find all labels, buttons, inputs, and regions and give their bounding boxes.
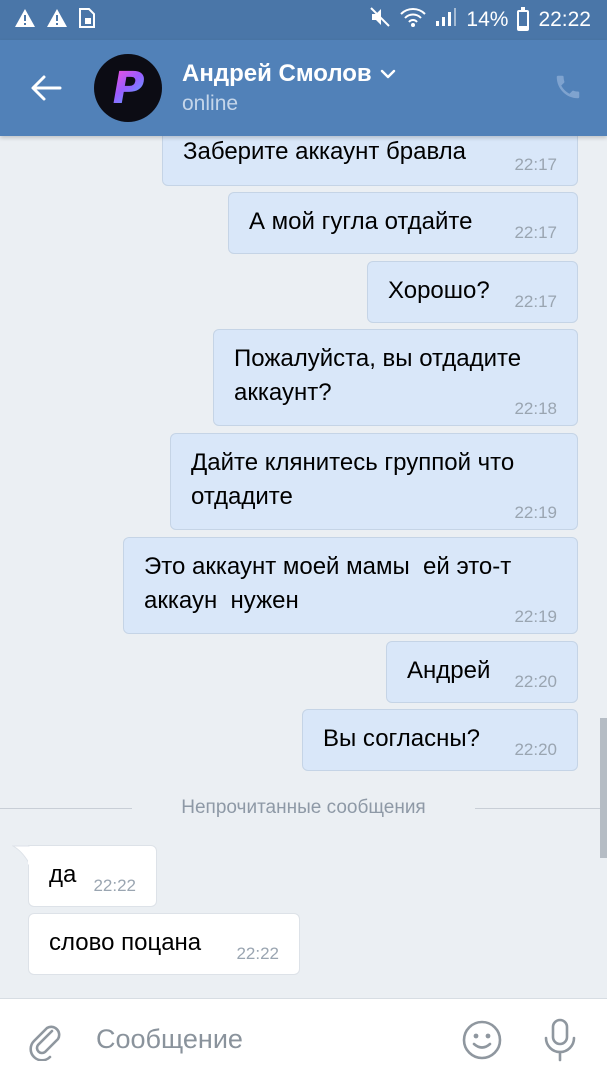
contact-status: online — [182, 92, 239, 115]
wifi-icon — [400, 7, 427, 33]
contact-name-row: Андрей Смолов — [182, 60, 396, 88]
message-input[interactable] — [96, 1017, 426, 1061]
message-text: Дайте клянитесь группой что отдадите — [191, 449, 515, 510]
clock: 22:22 — [538, 8, 591, 31]
chat-screen: 14% 22:22 P Андрей Смолов online Заберит… — [0, 0, 607, 1080]
message-text: Пожалуйста, вы отдадите аккаунт? — [234, 345, 522, 406]
message-bubble-outgoing[interactable]: Вы согласны? 22:20 — [302, 709, 578, 771]
message-time: 22:19 — [514, 607, 557, 626]
message-time: 22:17 — [514, 292, 557, 311]
message-time: 22:22 — [236, 944, 279, 963]
message-text: Вы согласны? — [323, 725, 480, 752]
message-list[interactable]: Заберите аккаунт бравла 22:17 А мой гугл… — [0, 130, 607, 998]
bubble-tail — [12, 845, 30, 865]
message-composer — [0, 998, 607, 1080]
contact-info[interactable]: Андрей Смолов online — [182, 60, 396, 116]
message-bubble-outgoing[interactable]: Андрей 22:20 — [386, 641, 578, 703]
unread-divider: Непрочитанные сообщения — [0, 788, 607, 828]
mute-icon — [369, 7, 391, 33]
divider-line — [475, 808, 607, 809]
smile-icon — [462, 1020, 502, 1060]
battery-icon — [517, 6, 530, 31]
message-bubble-outgoing[interactable]: Хорошо? 22:17 — [367, 261, 578, 323]
message-text: слово поцана — [49, 929, 202, 956]
warning-icon — [46, 8, 68, 33]
message-text: Заберите аккаунт бравла — [183, 138, 467, 165]
message-text: Хорошо? — [388, 277, 490, 304]
message-bubble-incoming[interactable]: да 22:22 — [28, 845, 157, 907]
message-time: 22:19 — [514, 503, 557, 522]
message-bubble-outgoing[interactable]: Дайте клянитесь группой что отдадите 22:… — [170, 433, 578, 530]
signal-icon — [435, 7, 457, 33]
message-time: 22:18 — [514, 399, 557, 418]
microphone-icon — [544, 1018, 576, 1062]
message-time: 22:20 — [514, 672, 557, 691]
status-bar: 14% 22:22 — [0, 0, 607, 40]
message-time: 22:22 — [93, 876, 136, 895]
paperclip-icon — [29, 1025, 61, 1062]
message-bubble-outgoing[interactable]: Заберите аккаунт бравла 22:17 — [162, 130, 578, 186]
battery-percent: 14% — [466, 8, 509, 31]
message-text: А мой гугла отдайте — [249, 208, 473, 235]
chat-header: P Андрей Смолов online — [0, 40, 607, 136]
message-time: 22:17 — [514, 155, 557, 174]
phone-icon — [556, 75, 580, 99]
message-text: да — [49, 861, 77, 888]
message-text: Андрей — [407, 657, 491, 684]
avatar[interactable]: P — [94, 54, 162, 122]
sim-card-icon — [78, 7, 96, 34]
message-bubble-incoming[interactable]: слово поцана 22:22 — [28, 913, 300, 975]
warning-icon — [14, 8, 36, 33]
attach-button[interactable] — [26, 1021, 66, 1062]
avatar-logo: P — [107, 62, 149, 114]
message-text: Это аккаунт моей мамы ей это-т аккаун ну… — [144, 553, 512, 614]
call-button[interactable] — [553, 72, 583, 107]
message-time: 22:20 — [514, 740, 557, 759]
emoji-button[interactable] — [461, 1019, 503, 1061]
message-bubble-outgoing[interactable]: Пожалуйста, вы отдадите аккаунт? 22:18 — [213, 329, 578, 426]
back-arrow-icon — [31, 75, 62, 101]
contact-name: Андрей Смолов — [182, 60, 372, 87]
message-bubble-outgoing[interactable]: А мой гугла отдайте 22:17 — [228, 192, 578, 254]
status-bar-left — [14, 7, 96, 34]
message-bubble-outgoing[interactable]: Это аккаунт моей мамы ей это-т аккаун ну… — [123, 537, 578, 634]
chevron-down-icon — [380, 69, 395, 79]
voice-message-button[interactable] — [540, 1017, 580, 1063]
back-button[interactable] — [0, 40, 92, 136]
status-bar-right: 14% 22:22 — [369, 6, 591, 33]
scrollbar[interactable] — [600, 718, 607, 858]
message-time: 22:17 — [514, 223, 557, 242]
